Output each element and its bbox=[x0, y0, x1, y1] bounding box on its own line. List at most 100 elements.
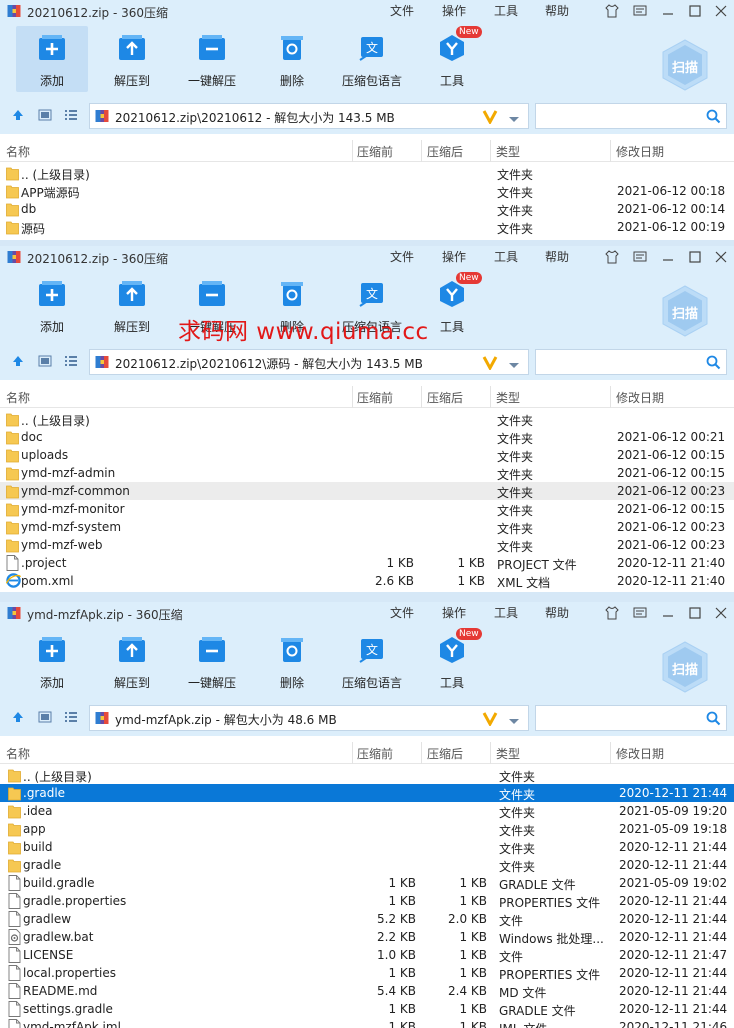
menu-file[interactable]: 文件 bbox=[390, 248, 414, 265]
file-row[interactable]: .. (上级目录) 文件夹 bbox=[0, 410, 734, 428]
close-icon[interactable] bbox=[712, 248, 730, 266]
list-view-icon[interactable] bbox=[64, 109, 78, 124]
language-pack-button[interactable]: 文压缩包语言 bbox=[336, 628, 408, 694]
column-divider[interactable] bbox=[421, 140, 422, 162]
menu-file[interactable]: 文件 bbox=[390, 2, 414, 19]
menu-ops[interactable]: 操作 bbox=[442, 2, 466, 19]
search-input[interactable] bbox=[535, 705, 727, 731]
language-pack-button[interactable]: 文压缩包语言 bbox=[336, 26, 408, 92]
search-input[interactable] bbox=[535, 349, 727, 375]
file-row[interactable]: .. (上级目录) 文件夹 bbox=[0, 766, 734, 784]
column-divider[interactable] bbox=[352, 140, 353, 162]
chevron-down-icon[interactable] bbox=[508, 715, 520, 729]
column-header-type[interactable]: 类型 bbox=[496, 745, 520, 762]
menu-tools[interactable]: 工具 bbox=[494, 248, 518, 265]
maximize-icon[interactable] bbox=[686, 248, 704, 266]
column-header-date[interactable]: 修改日期 bbox=[616, 143, 664, 160]
verify-v-icon[interactable] bbox=[482, 710, 498, 729]
file-row[interactable]: local.properties 1 KB 1 KB PROPERTIES 文件 202… bbox=[0, 964, 734, 982]
column-header-date[interactable]: 修改日期 bbox=[616, 389, 664, 406]
menu-help[interactable]: 帮助 bbox=[545, 2, 569, 19]
column-divider[interactable] bbox=[490, 386, 491, 408]
column-header-unpacked[interactable]: 压缩后 bbox=[427, 389, 463, 406]
file-row[interactable]: ymd-mzfApk.iml 1 KB 1 KB IML 文件 2020-12-11 2… bbox=[0, 1018, 734, 1028]
file-row[interactable]: build.gradle 1 KB 1 KB GRADLE 文件 2021-05-09 … bbox=[0, 874, 734, 892]
verify-v-icon[interactable] bbox=[482, 354, 498, 373]
column-header-type[interactable]: 类型 bbox=[496, 389, 520, 406]
feedback-icon[interactable] bbox=[631, 604, 649, 622]
up-arrow-icon[interactable] bbox=[12, 109, 24, 124]
maximize-icon[interactable] bbox=[686, 604, 704, 622]
menu-help[interactable]: 帮助 bbox=[545, 604, 569, 621]
minimize-icon[interactable] bbox=[659, 604, 677, 622]
file-row[interactable]: .. (上级目录) 文件夹 bbox=[0, 164, 734, 182]
verify-v-icon[interactable] bbox=[482, 108, 498, 127]
list-view-icon[interactable] bbox=[64, 711, 78, 726]
column-header-name[interactable]: 名称 bbox=[6, 745, 30, 762]
menu-tools[interactable]: 工具 bbox=[494, 2, 518, 19]
file-row[interactable]: gradlew.bat 2.2 KB 1 KB Windows 批处理... 2020-… bbox=[0, 928, 734, 946]
tools-button[interactable]: 工具 New bbox=[416, 628, 488, 694]
column-divider[interactable] bbox=[352, 386, 353, 408]
file-row[interactable]: db 文件夹 2021-06-12 00:14 bbox=[0, 200, 734, 218]
tools-button[interactable]: 工具 New bbox=[416, 26, 488, 92]
column-divider[interactable] bbox=[352, 742, 353, 764]
minimize-icon[interactable] bbox=[659, 248, 677, 266]
menu-help[interactable]: 帮助 bbox=[545, 248, 569, 265]
chevron-down-icon[interactable] bbox=[508, 359, 520, 373]
feedback-icon[interactable] bbox=[631, 248, 649, 266]
search-icon[interactable] bbox=[706, 109, 721, 127]
column-divider[interactable] bbox=[421, 386, 422, 408]
column-header-packed[interactable]: 压缩前 bbox=[357, 745, 393, 762]
file-row[interactable]: build 文件夹 2020-12-11 21:44 bbox=[0, 838, 734, 856]
address-input[interactable]: 20210612.zip\20210612 - 解包大小为 143.5 MB bbox=[89, 103, 529, 129]
column-header-name[interactable]: 名称 bbox=[6, 389, 30, 406]
file-row[interactable]: doc 文件夹 2021-06-12 00:21 bbox=[0, 428, 734, 446]
file-row[interactable]: settings.gradle 1 KB 1 KB GRADLE 文件 2020-12-… bbox=[0, 1000, 734, 1018]
menu-ops[interactable]: 操作 bbox=[442, 248, 466, 265]
search-icon[interactable] bbox=[706, 355, 721, 373]
menu-file[interactable]: 文件 bbox=[390, 604, 414, 621]
column-divider[interactable] bbox=[421, 742, 422, 764]
menu-ops[interactable]: 操作 bbox=[442, 604, 466, 621]
close-icon[interactable] bbox=[712, 2, 730, 20]
column-header-packed[interactable]: 压缩前 bbox=[357, 389, 393, 406]
file-row[interactable]: gradle 文件夹 2020-12-11 21:44 bbox=[0, 856, 734, 874]
minimize-icon[interactable] bbox=[659, 2, 677, 20]
extract-to-button[interactable]: 解压到 bbox=[96, 272, 168, 338]
file-row[interactable]: .project 1 KB 1 KB PROJECT 文件 2020-12-11 21:… bbox=[0, 554, 734, 572]
one-click-extract-button[interactable]: 一键解压 bbox=[176, 26, 248, 92]
scan-button[interactable]: 扫描 bbox=[660, 284, 710, 338]
maximize-icon[interactable] bbox=[686, 2, 704, 20]
file-row[interactable]: README.md 5.4 KB 2.4 KB MD 文件 2020-12-11 21:… bbox=[0, 982, 734, 1000]
one-click-extract-button[interactable]: 一键解压 bbox=[176, 628, 248, 694]
thumbnail-view-icon[interactable] bbox=[38, 711, 52, 726]
column-header-unpacked[interactable]: 压缩后 bbox=[427, 143, 463, 160]
menu-tools[interactable]: 工具 bbox=[494, 604, 518, 621]
column-divider[interactable] bbox=[490, 140, 491, 162]
column-header-unpacked[interactable]: 压缩后 bbox=[427, 745, 463, 762]
column-header-packed[interactable]: 压缩前 bbox=[357, 143, 393, 160]
column-divider[interactable] bbox=[490, 742, 491, 764]
address-input[interactable]: ymd-mzfApk.zip - 解包大小为 48.6 MB bbox=[89, 705, 529, 731]
column-header-date[interactable]: 修改日期 bbox=[616, 745, 664, 762]
delete-button[interactable]: 删除 bbox=[256, 628, 328, 694]
skin-icon[interactable] bbox=[603, 248, 621, 266]
file-row[interactable]: ymd-mzf-admin 文件夹 2021-06-12 00:15 bbox=[0, 464, 734, 482]
close-icon[interactable] bbox=[712, 604, 730, 622]
file-row[interactable]: gradle.properties 1 KB 1 KB PROPERTIES 文件 20… bbox=[0, 892, 734, 910]
file-row[interactable]: ymd-mzf-monitor 文件夹 2021-06-12 00:15 bbox=[0, 500, 734, 518]
skin-icon[interactable] bbox=[603, 2, 621, 20]
file-row[interactable]: .idea 文件夹 2021-05-09 19:20 bbox=[0, 802, 734, 820]
file-row[interactable]: app 文件夹 2021-05-09 19:18 bbox=[0, 820, 734, 838]
skin-icon[interactable] bbox=[603, 604, 621, 622]
file-row[interactable]: LICENSE 1.0 KB 1 KB 文件 2020-12-11 21:47 bbox=[0, 946, 734, 964]
file-row[interactable]: ymd-mzf-system 文件夹 2021-06-12 00:23 bbox=[0, 518, 734, 536]
file-row[interactable]: .gradle 文件夹 2020-12-11 21:44 bbox=[0, 784, 734, 802]
column-header-type[interactable]: 类型 bbox=[496, 143, 520, 160]
thumbnail-view-icon[interactable] bbox=[38, 355, 52, 370]
file-row[interactable]: ymd-mzf-web 文件夹 2021-06-12 00:23 bbox=[0, 536, 734, 554]
file-row[interactable]: gradlew 5.2 KB 2.0 KB 文件 2020-12-11 21:44 bbox=[0, 910, 734, 928]
add-button[interactable]: 添加 bbox=[16, 26, 88, 92]
add-button[interactable]: 添加 bbox=[16, 272, 88, 338]
